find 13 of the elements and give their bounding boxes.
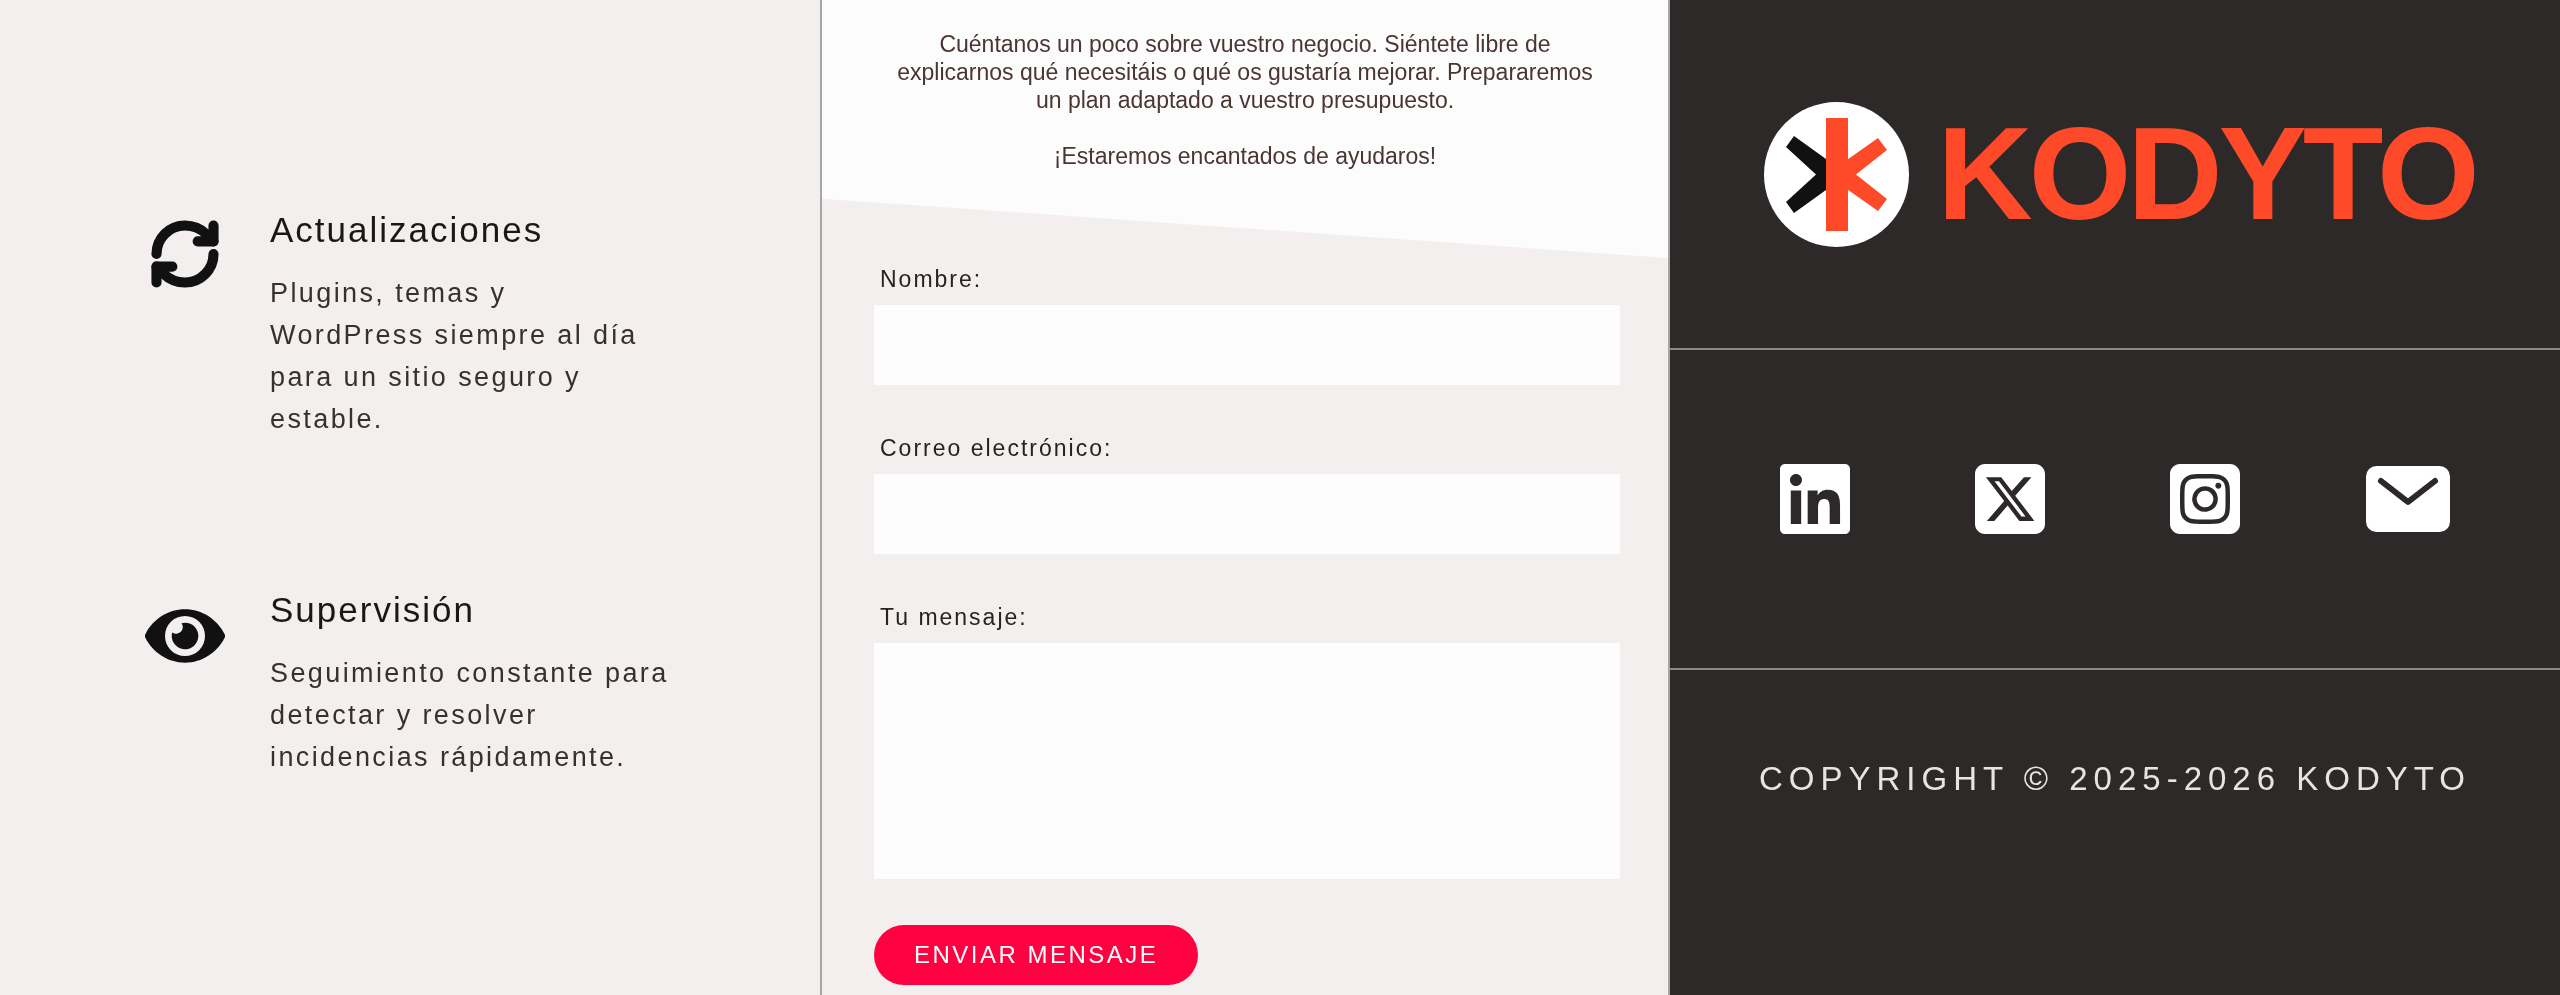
intro-text: ¡Estaremos encantados de ayudaros! — [1052, 142, 1438, 170]
feature-title: Actualizaciones — [270, 210, 545, 250]
logo-mark-icon — [1764, 101, 1910, 247]
field-label: Tu mensaje: — [880, 604, 1028, 631]
field-label: Correo electrónico: — [880, 435, 1113, 462]
copyright-text: COPYRIGHT © 2025-2026 KODYTO — [1759, 760, 2471, 798]
feature-description: Plugins, temas y WordPress siempre al día para un sitio seguro y estable. — [270, 277, 639, 436]
field-label: Nombre: — [880, 266, 983, 293]
intro-text: Cuéntanos un poco sobre vuestro negocio. Siéntete libre de explicarnos qué necesitáis o qué os gustaría mejorar. Prepararemos un plan adaptado a vuestro presupuesto. — [896, 30, 1594, 114]
feature-description: Seguimiento constante para detectar y resolver incidencias rápidamente. — [270, 657, 670, 774]
send-button[interactable]: ENVIAR MENSAJE — [874, 925, 1199, 985]
logo-text: KODYTO — [1937, 108, 2476, 240]
feature-title: Supervisión — [270, 590, 476, 630]
